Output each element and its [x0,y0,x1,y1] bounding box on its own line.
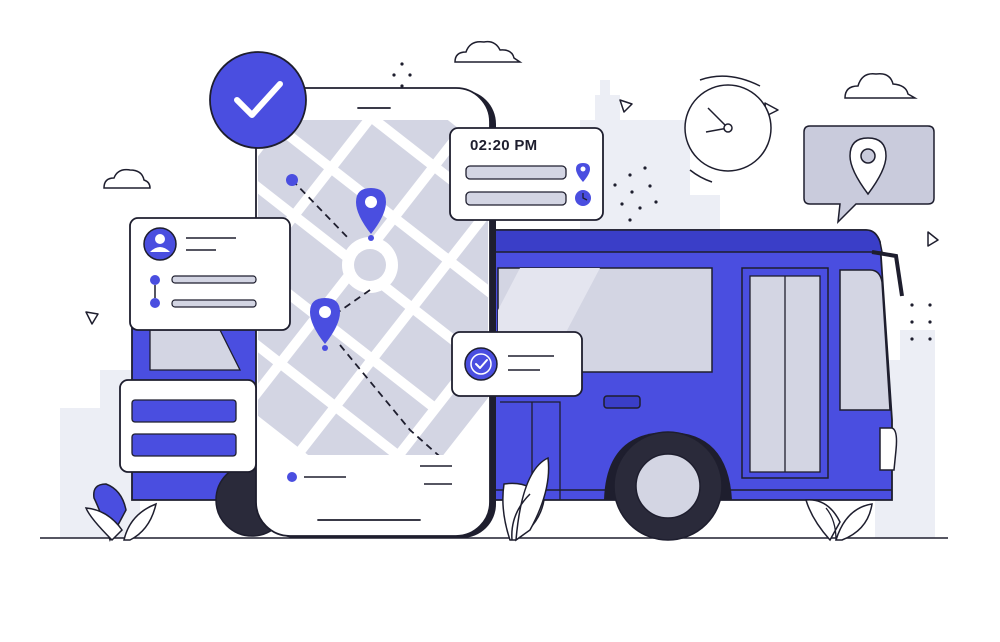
bus-wheel [613,431,723,541]
check-circle-icon [209,51,307,149]
cloud-icon [103,168,151,189]
form-field-bar [131,433,237,457]
ticket-form-card [119,379,257,473]
bus-tracking-illustration: 02:20 PM [40,40,948,542]
phone-status-dot [287,472,297,482]
clock-icon [684,75,772,183]
location-bubble-icon [803,125,935,225]
passenger-route-card [129,217,291,331]
bus-front-window [839,269,891,411]
plant-right [805,499,873,542]
route-start-dot [286,174,298,186]
schedule-card: 02:20 PM [449,127,604,221]
cloud-icon [454,40,523,63]
cloud-icon [844,72,918,99]
user-avatar-icon [143,227,177,261]
check-circle-icon [464,347,498,381]
form-field-bar [131,399,237,423]
clock-icon [575,190,591,206]
arrival-time: 02:20 PM [470,137,537,154]
confirmation-card [451,331,583,397]
